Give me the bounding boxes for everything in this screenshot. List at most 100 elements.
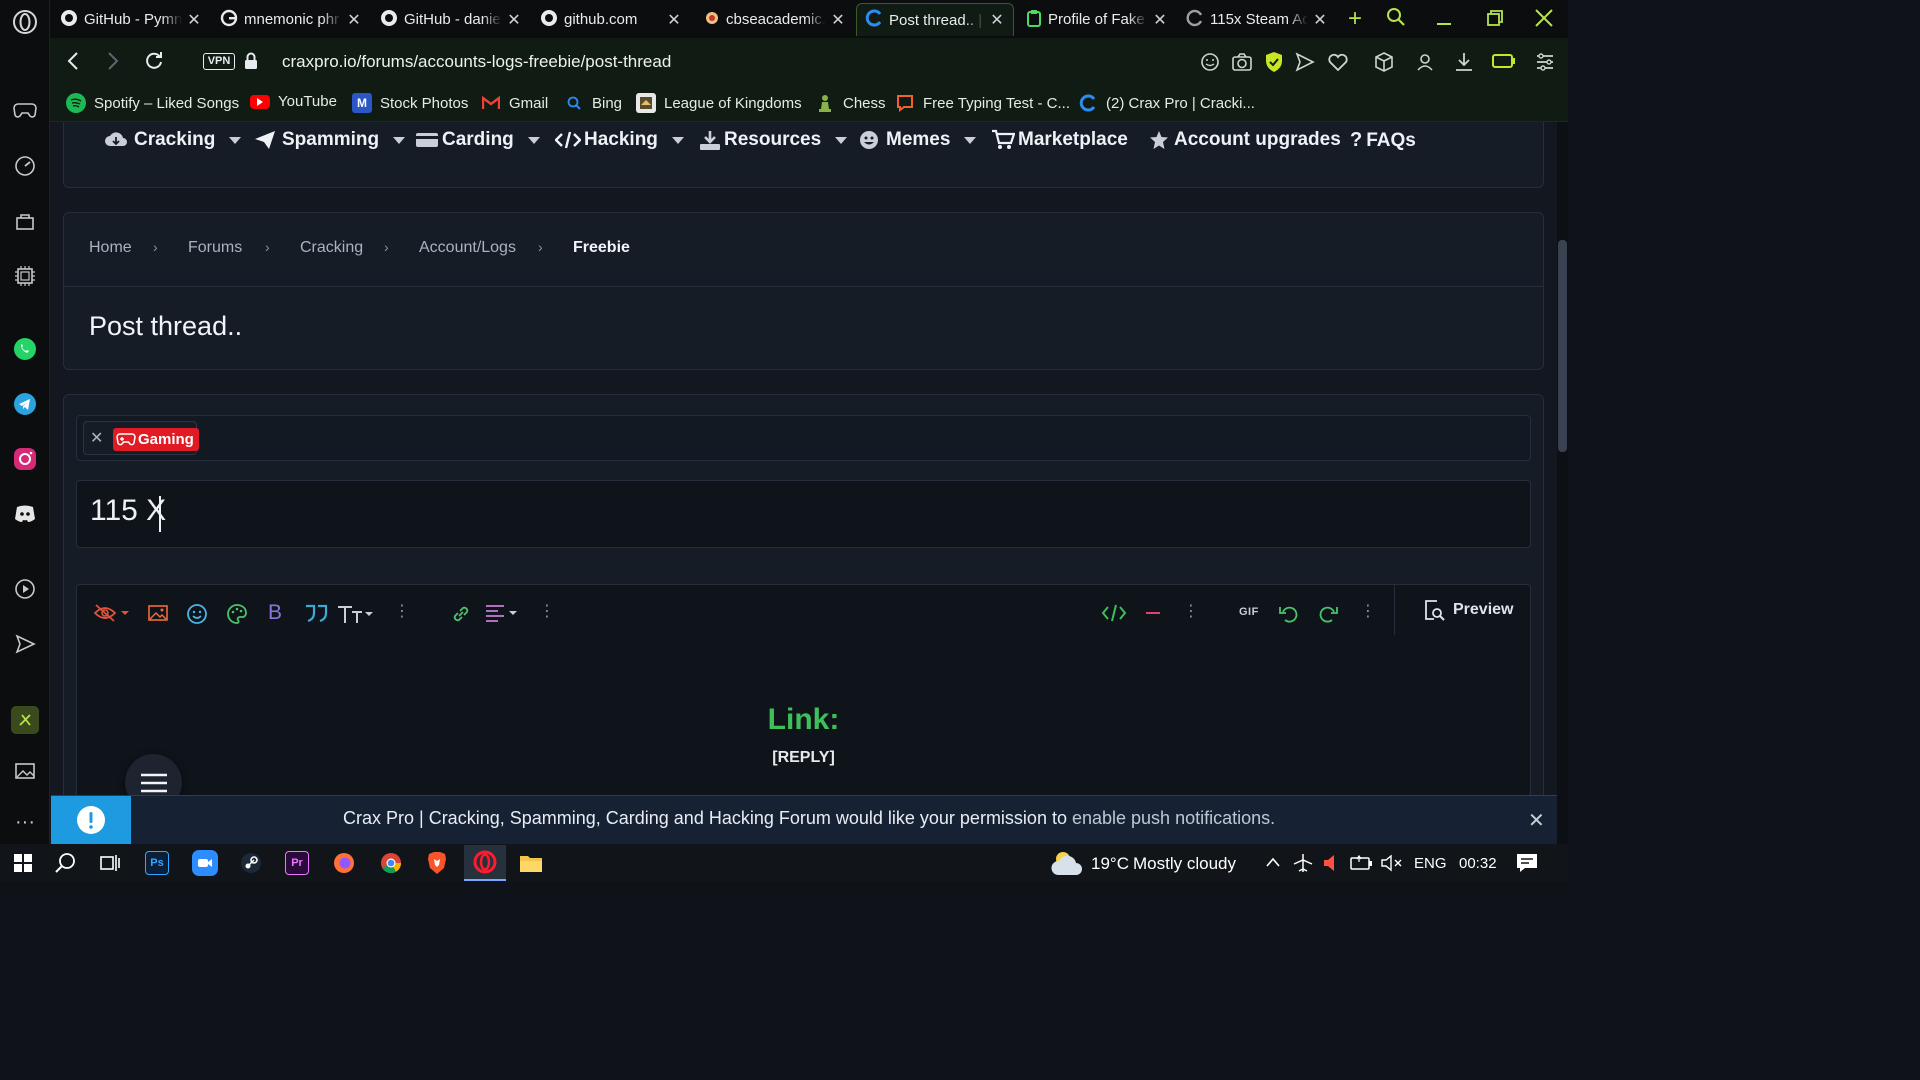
tab-mnemonic[interactable]: mnemonic phr ✕ (212, 3, 370, 36)
tab-cbseacademic[interactable]: cbseacademic. ✕ (696, 3, 854, 36)
notification-center-icon[interactable] (1516, 853, 1538, 878)
url-field[interactable]: craxpro.io/forums/accounts-logs-freebie/… (282, 52, 671, 72)
nav-cracking[interactable]: Cracking (104, 129, 242, 151)
close-icon[interactable]: ✕ (666, 10, 682, 30)
tab-post-thread[interactable]: Post thread.. | C ✕ (856, 3, 1014, 36)
easy-setup-icon[interactable] (1535, 52, 1555, 77)
tab-profile-of-fake[interactable]: Profile of Fake ✕ (1018, 3, 1176, 36)
breadcrumb-home[interactable]: Home (89, 239, 132, 257)
preview-button[interactable]: Preview (1394, 585, 1531, 635)
tab-github-danie[interactable]: GitHub - danie ✕ (372, 3, 530, 36)
close-icon[interactable]: ✕ (346, 10, 362, 30)
weather-temp[interactable]: 19°C (1091, 854, 1129, 874)
more-icon[interactable]: ··· (11, 808, 39, 836)
instagram-icon[interactable] (11, 445, 39, 473)
windows-start-icon[interactable] (10, 850, 36, 876)
shop-icon[interactable] (11, 207, 39, 235)
tab-github-pymn[interactable]: GitHub - Pymn ✕ (52, 3, 210, 36)
player-icon[interactable] (11, 575, 39, 603)
nav-hacking[interactable]: Hacking (555, 129, 684, 151)
weather-cloud-icon[interactable] (1050, 849, 1084, 882)
emoji-icon[interactable] (1200, 52, 1220, 77)
photoshop-icon[interactable]: Ps (145, 851, 169, 875)
close-icon[interactable]: ✕ (506, 10, 522, 30)
align-button[interactable] (484, 603, 520, 623)
search-icon[interactable] (53, 850, 79, 876)
page-scrollbar[interactable] (1557, 122, 1568, 844)
send-icon[interactable] (11, 630, 39, 658)
bookmark-stock-photos[interactable]: M Stock Photos (352, 93, 468, 113)
battery-saver-icon[interactable] (1492, 53, 1516, 74)
bold-button[interactable]: B (268, 601, 282, 625)
bookmark-free-typing-test[interactable]: Free Typing Test - C... (895, 93, 1070, 113)
restore-icon[interactable] (1486, 9, 1504, 32)
close-icon[interactable]: ✕ (989, 10, 1005, 30)
extensions-cube-icon[interactable] (1373, 51, 1395, 78)
firefox-icon[interactable] (331, 850, 357, 876)
redo-button[interactable] (1317, 603, 1339, 625)
nav-marketplace[interactable]: Marketplace (991, 129, 1128, 151)
language-indicator[interactable]: ENG (1414, 855, 1447, 872)
undo-button[interactable] (1278, 603, 1300, 625)
chevron-up-icon[interactable] (1265, 855, 1281, 873)
close-window-icon[interactable] (1534, 8, 1554, 33)
download-icon[interactable] (1454, 51, 1474, 78)
nav-carding[interactable]: Carding (415, 129, 540, 151)
heart-icon[interactable] (1327, 52, 1349, 77)
breadcrumb-account-logs[interactable]: Account/Logs (419, 239, 516, 257)
crypto-wallet-icon[interactable] (11, 706, 39, 734)
quote-button[interactable] (304, 603, 328, 623)
file-explorer-icon[interactable] (518, 850, 544, 876)
tab-search-icon[interactable] (1386, 7, 1406, 32)
horizontal-rule-button[interactable] (1145, 603, 1161, 623)
more-options-icon[interactable]: ⋮ (394, 601, 410, 621)
adblock-shield-icon[interactable] (1264, 51, 1284, 78)
camera-icon[interactable] (1231, 52, 1253, 77)
whatsapp-icon[interactable] (11, 335, 39, 363)
close-notification-icon[interactable]: ✕ (1528, 808, 1545, 833)
bookmark-gmail[interactable]: Gmail (481, 93, 548, 113)
close-icon[interactable]: ✕ (830, 10, 846, 30)
nav-resources[interactable]: Resources (699, 129, 848, 151)
chrome-icon[interactable] (378, 850, 404, 876)
gamepad-icon[interactable] (11, 96, 39, 124)
page-scrollbar-thumb[interactable] (1558, 240, 1567, 452)
enable-notifications-link[interactable]: enable push notifications. (1072, 808, 1275, 828)
bookmark-league-of-kingdoms[interactable]: League of Kingdoms (636, 93, 802, 113)
back-icon[interactable] (66, 51, 80, 76)
tab-115x-steam[interactable]: 115x Steam Ac ✕ (1178, 3, 1336, 36)
bookmark-chess[interactable]: Chess (815, 93, 886, 113)
task-view-icon[interactable] (97, 850, 123, 876)
remove-prefix-icon[interactable]: ✕ (90, 428, 103, 448)
telegram-icon[interactable] (11, 390, 39, 418)
opera-taskbar-icon[interactable] (464, 845, 506, 881)
breadcrumb-freebie[interactable]: Freebie (573, 239, 630, 257)
breadcrumb-cracking[interactable]: Cracking (300, 239, 363, 257)
bookmark-youtube[interactable]: YouTube (250, 93, 337, 110)
opera-logo-icon[interactable] (11, 8, 39, 36)
gallery-icon[interactable] (11, 757, 39, 785)
font-size-button[interactable] (336, 603, 374, 625)
forward-icon[interactable] (106, 51, 120, 76)
code-button[interactable] (1101, 603, 1127, 623)
more-options-icon[interactable]: ⋮ (539, 601, 555, 621)
chip-icon[interactable] (11, 262, 39, 290)
breadcrumb-forums[interactable]: Forums (188, 239, 242, 257)
vpn-badge[interactable]: VPN (203, 53, 235, 70)
discord-icon[interactable] (11, 500, 39, 528)
nav-account-upgrades[interactable]: Account upgrades (1148, 129, 1341, 151)
volume-muted-icon[interactable] (1381, 854, 1403, 877)
more-options-icon[interactable]: ⋮ (1360, 601, 1376, 621)
close-icon[interactable]: ✕ (1312, 10, 1328, 30)
insert-smilie-button[interactable] (186, 603, 208, 625)
nav-spamming[interactable]: Spamming (254, 129, 406, 151)
hide-content-button[interactable] (93, 603, 131, 623)
more-options-icon[interactable]: ⋮ (1183, 601, 1199, 621)
prefix-row[interactable]: ✕ Gaming (76, 415, 1531, 461)
minimize-icon[interactable] (1436, 4, 1452, 33)
red-speaker-icon[interactable] (1322, 853, 1340, 878)
bookmark-crax-pro[interactable]: (2) Crax Pro | Cracki... (1078, 93, 1255, 113)
brave-icon[interactable] (424, 850, 450, 876)
close-icon[interactable]: ✕ (186, 10, 202, 30)
flow-send-icon[interactable] (1295, 52, 1315, 77)
